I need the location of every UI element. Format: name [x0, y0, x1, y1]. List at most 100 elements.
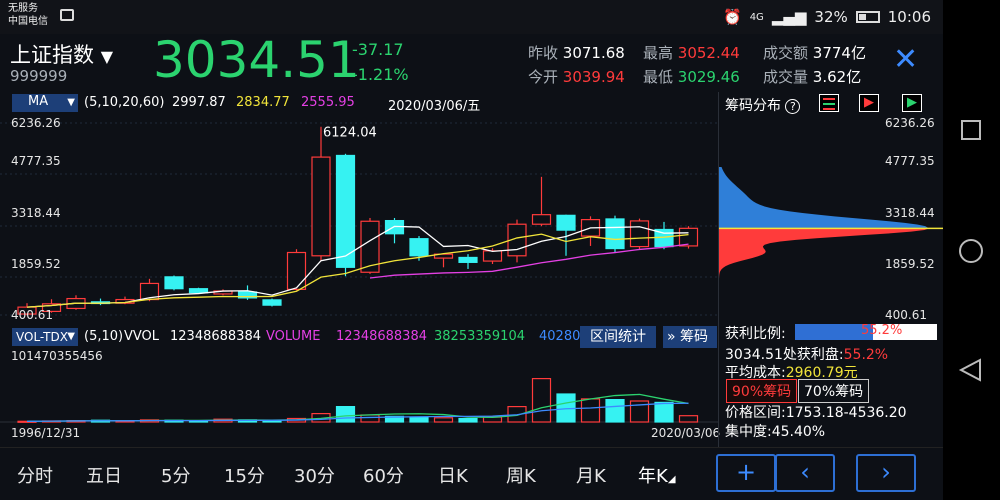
- y-label-2: 3318.44: [11, 206, 61, 220]
- period-tab-year-label: 年K: [638, 466, 668, 487]
- ma5-value: 2997.87: [172, 95, 226, 110]
- volume-indicator-value: 12348688384: [336, 329, 427, 344]
- index-code: 999999: [10, 67, 68, 85]
- y-label-1: 4777.35: [11, 154, 61, 168]
- vol-indicator-selector[interactable]: VOL-TDX ▼: [12, 328, 78, 346]
- turnover-label: 成交额: [763, 44, 809, 62]
- chip-y-label-1: 4777.35: [885, 154, 935, 168]
- period-tab-month[interactable]: 月K: [576, 462, 606, 488]
- clock: 10:06: [887, 8, 931, 26]
- index-selector[interactable]: 上证指数 ▼: [10, 39, 113, 69]
- ma-indicator-name: MA: [28, 94, 49, 109]
- profit-ratio-value: 55.2%: [861, 323, 903, 338]
- image-notification-icon: [60, 9, 74, 21]
- ma-indicator-selector[interactable]: MA ▼: [12, 94, 78, 112]
- prev-button[interactable]: ‹: [775, 454, 835, 492]
- ma-bar: MA ▼ (5,10,20,60) 2997.87 2834.77 2555.9…: [0, 92, 718, 114]
- volume-bar: [433, 417, 454, 423]
- kline-y-axis: 6236.26 4777.35 3318.44 1859.52 400.61: [11, 114, 91, 324]
- volume-bar: [360, 414, 380, 423]
- period-tab-15min[interactable]: 15分: [224, 462, 265, 488]
- start-date: 1996/12/31: [11, 426, 81, 440]
- period-bar: 分时 五日 5分 15分 30分 60分 日K 周K 月K 年K◢ + ‹ ›: [0, 447, 943, 500]
- volume-bar: [605, 398, 625, 423]
- chip-mode-bars-icon[interactable]: [819, 94, 839, 112]
- volume-bar: [335, 405, 356, 423]
- concentration-label: 集中度:: [725, 424, 772, 440]
- y-label-3: 1859.52: [11, 257, 61, 271]
- carrier-line1: 无服务: [8, 3, 38, 14]
- volume-chart[interactable]: [0, 348, 718, 426]
- price-profit-value: 55.2%: [843, 347, 889, 363]
- open-label: 今开: [528, 68, 559, 86]
- vol-indicator-name: VOL-TDX: [16, 330, 68, 344]
- signal-icon: ▂▄▆: [771, 8, 807, 26]
- range-stat-button[interactable]: 区间统计: [580, 326, 656, 348]
- chips-70-button[interactable]: 70%筹码: [798, 379, 870, 403]
- recent-apps-icon[interactable]: [961, 120, 981, 140]
- y-label-4: 400.61: [11, 308, 53, 322]
- close-icon[interactable]: ✕: [893, 42, 918, 77]
- period-tab-5day[interactable]: 五日: [86, 462, 122, 488]
- volume-bar: [678, 415, 699, 423]
- max-price-marker: 6124.04: [323, 126, 377, 141]
- end-date: 2020/03/06: [651, 426, 721, 440]
- chips-toggle-button[interactable]: » 筹码: [663, 326, 717, 348]
- period-tab-30min[interactable]: 30分: [294, 462, 335, 488]
- candle-body: [335, 154, 356, 268]
- period-tab-5min[interactable]: 5分: [161, 462, 190, 488]
- chip-mode-flag-red-icon[interactable]: ▶: [859, 94, 879, 112]
- profit-ratio-label: 获利比例:: [725, 326, 786, 342]
- period-tab-60min[interactable]: 60分: [363, 462, 404, 488]
- chip-y-label-2: 3318.44: [885, 206, 935, 220]
- corner-triangle-icon: ◢: [667, 474, 676, 485]
- candle-body: [458, 256, 478, 263]
- period-tab-year[interactable]: 年K◢: [638, 462, 676, 488]
- kline-chart[interactable]: 6124.04: [0, 114, 718, 324]
- candle-body: [629, 220, 650, 248]
- price-range-label: 价格区间:: [725, 405, 786, 421]
- battery-icon: [855, 11, 880, 23]
- candle-body: [531, 214, 552, 225]
- add-button[interactable]: +: [716, 454, 776, 492]
- carrier-line2: 中国电信: [8, 16, 48, 27]
- chip-panel: 筹码分布 ? ▶ ▶ 6236.26 4777.35 3318.44 1859.…: [718, 92, 943, 447]
- volume-bar: [654, 401, 674, 423]
- chip-panel-title: 筹码分布: [725, 98, 781, 114]
- chips-90-button[interactable]: 90%筹码: [726, 379, 798, 403]
- chip-profit-area: [719, 228, 930, 279]
- price-change-pct: -1.21%: [352, 65, 409, 84]
- double-chevron-icon: »: [667, 329, 676, 345]
- candle-body: [678, 227, 699, 247]
- ma10-value: 2834.77: [236, 95, 290, 110]
- volume-bar: [531, 378, 552, 423]
- volume-value: 3.62亿: [812, 68, 862, 86]
- open-value: 3039.94: [562, 68, 625, 86]
- vol-ma5-value: 38253359104: [434, 329, 525, 344]
- ma-params: (5,10,20,60): [84, 95, 165, 110]
- price-range-value: 1753.18-4536.20: [785, 405, 907, 421]
- chip-y-label-0: 6236.26: [885, 116, 935, 130]
- prev-close-value: 3071.68: [562, 44, 625, 62]
- volume-bars: [0, 378, 718, 423]
- ma-date: 2020/03/06/五: [388, 99, 481, 114]
- turnover-value: 3774亿: [812, 44, 866, 62]
- volume-y-max: 101470355456: [11, 349, 103, 363]
- current-price: 3034.51: [153, 31, 360, 89]
- period-tab-intraday[interactable]: 分时: [17, 462, 53, 488]
- candle-body: [286, 251, 307, 290]
- period-tab-day[interactable]: 日K: [438, 462, 468, 488]
- volume-indicator-label: VOLUME: [266, 329, 321, 344]
- period-tab-week[interactable]: 周K: [506, 462, 536, 488]
- alarm-icon: ⏰: [723, 8, 742, 26]
- vvol-label: VVOL: [124, 329, 160, 344]
- high-label: 最高: [643, 44, 674, 62]
- next-button[interactable]: ›: [856, 454, 916, 492]
- signal-label: 4G: [749, 11, 764, 23]
- home-icon[interactable]: [959, 239, 983, 263]
- candle-body: [262, 299, 282, 306]
- caret-down-icon: ▼: [67, 97, 75, 108]
- chip-mode-flag-green-icon[interactable]: ▶: [902, 94, 922, 112]
- help-icon[interactable]: ?: [785, 99, 801, 114]
- back-icon[interactable]: [958, 358, 984, 382]
